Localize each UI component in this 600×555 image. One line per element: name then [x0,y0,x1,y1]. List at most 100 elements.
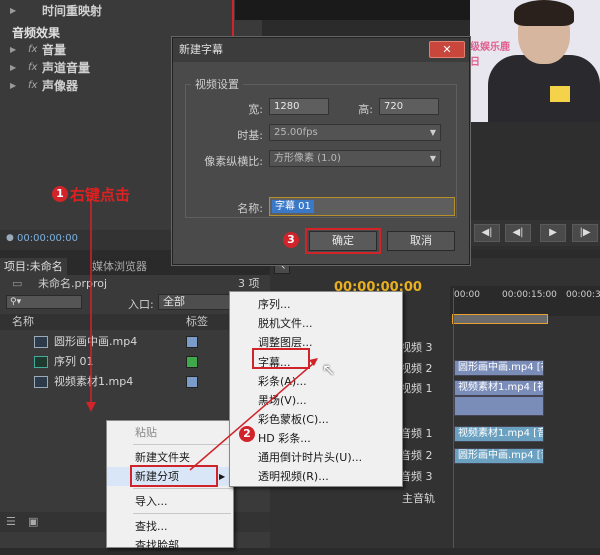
clip-pip-audio[interactable]: 圆形画中画.mp4 [音 [454,448,544,464]
label-swatch [186,356,198,368]
menu-item-paste[interactable]: 粘贴 [107,423,157,442]
video-clip-icon [34,376,48,388]
play-button[interactable]: ▶ [540,224,566,242]
rewind-button[interactable]: ◀| [505,224,531,242]
effects-item-label: 音量 [42,43,67,57]
submenu-arrow-icon: ▶ [219,472,226,481]
project-folder-icon: ▭ [12,277,23,290]
caption-highlight [252,348,310,369]
timebase-select[interactable]: 25.00fps ▼ [269,124,441,141]
pixel-ratio-select[interactable]: 方形像素 (1.0) ▼ [269,150,441,167]
new-item-highlight [130,465,218,487]
icon-view-icon[interactable]: ▣ [28,515,38,528]
expand-triangle-icon[interactable]: ▶ [10,59,16,77]
menu-separator [133,513,231,514]
effects-item-label: 声道音量 [42,61,91,75]
search-icon: ⚲▾ [10,297,22,307]
step1-label: 右键点击 [70,186,131,204]
pixel-ratio-label: 像素纵横比: [204,155,263,168]
annotation-line [232,0,234,40]
expand-triangle-icon[interactable]: ▶ [10,77,16,95]
search-input[interactable]: ⚲▾ [6,295,82,309]
ok-highlight [305,228,381,254]
width-input[interactable]: 1280 [269,98,329,115]
effects-item-label: 声像器 [42,79,79,93]
step-forward-button[interactable]: |▶ [572,224,598,242]
shirt-badge [550,86,570,102]
column-name[interactable]: 名称 [12,314,34,330]
video-settings-title: 视频设置 [191,76,243,92]
menu-item-find[interactable]: 查找... [107,517,168,536]
label-swatch [186,376,198,388]
person-hair [514,0,574,26]
tick-label: 00:00:30: [566,290,600,300]
height-input[interactable]: 720 [379,98,439,115]
close-button[interactable]: ✕ [429,41,465,58]
track-audio-2[interactable]: 音频 2 [400,446,450,466]
expand-triangle-icon[interactable]: ▶ [10,41,16,59]
banner-text: 级娱乐鹿日 [470,42,510,68]
clip-pip-video[interactable]: 圆形画中画.mp4 [视 [454,360,544,376]
menu-separator [133,488,231,489]
fx-icon: fx [28,62,38,73]
sequence-icon [34,356,48,368]
menu-item-black-video[interactable]: 黑场(V)... [230,391,307,410]
clip-main-audio[interactable]: 视频素材1.mp4 [音 [454,426,544,442]
menu-item-countdown[interactable]: 通用倒计时片头(U)... [230,448,362,467]
tab-project[interactable]: 项目:未命名 [0,258,67,275]
tick-label: 00:00 [454,290,480,300]
expand-triangle-icon[interactable]: ▶ [10,2,16,20]
label-swatch [186,336,198,348]
timebase-label: 时基: [237,129,263,142]
new-item-submenu: 序列... 脱机文件... 调整图层... 字幕... 彩条(A)... 黑场(… [229,291,403,487]
name-label: 名称: [237,202,263,215]
effects-item-label: 时间重映射 [42,4,103,18]
entry-label: 入口: [128,298,154,311]
track-audio-1[interactable]: 音频 1 [400,424,450,444]
timecode-marker-icon: ● [6,233,14,243]
height-label: 高: [358,103,373,116]
menu-item-offline-file[interactable]: 脱机文件... [230,314,313,333]
list-item[interactable]: 序列 01 [0,352,262,372]
item-name: 圆形画中画.mp4 [54,335,138,348]
chevron-down-icon: ▼ [429,128,436,137]
fx-icon: fx [28,44,38,55]
playhead[interactable] [453,288,454,548]
track-video-1[interactable]: 视频 1 [400,379,450,399]
work-area-bar[interactable] [452,314,548,324]
clip-thumbnail [454,396,544,416]
item-name: 视频素材1.mp4 [54,375,134,388]
column-label[interactable]: 标签 [186,314,208,330]
name-input[interactable]: 字幕 01 [269,197,455,216]
time-ruler[interactable]: 00:00 00:00:15:00 00:00:30: [450,286,600,316]
menu-item-bars-tone[interactable]: 彩条(A)... [230,372,307,391]
video-clip-icon [34,336,48,348]
chevron-down-icon: ▼ [429,154,436,163]
menu-item-transparent-video[interactable]: 透明视频(R)... [230,467,329,486]
list-view-icon[interactable]: ☰ [6,515,16,528]
track-master[interactable]: 主音轨 [402,489,452,509]
menu-item-sequence[interactable]: 序列... [230,295,291,314]
audio-effects-header: 音频效果 [12,26,61,40]
effects-item-time-remap[interactable]: ▶ 时间重映射 [0,2,262,20]
step-badge-1: 1 [52,186,68,202]
menu-item-import[interactable]: 导入... [107,492,168,511]
timebase-value: 25.00fps [274,127,318,138]
entry-select[interactable]: 全部 [158,294,230,310]
list-item[interactable]: 圆形画中画.mp4 [0,332,262,352]
clip-main-video[interactable]: 视频素材1.mp4 [视 [454,380,544,396]
track-video-3[interactable]: 视频 3 [400,338,450,358]
step-badge-3: 3 [283,232,299,248]
person-shirt [488,55,600,122]
width-label: 宽: [248,103,263,116]
cancel-button[interactable]: 取消 [387,231,455,251]
track-video-2[interactable]: 视频 2 [400,359,450,379]
list-item[interactable]: 视频素材1.mp4 [0,372,262,392]
mouse-cursor-icon: ↖ [322,360,336,379]
step-back-button[interactable]: ◀| [474,224,500,242]
fx-icon: fx [28,80,38,91]
track-audio-3[interactable]: 音频 3 [400,467,450,487]
dialog-title: 新建字幕 [173,38,469,62]
menu-item-find-face[interactable]: 查找脸部 [107,536,179,555]
tab-media-browser[interactable]: 媒体浏览器 [88,258,151,275]
